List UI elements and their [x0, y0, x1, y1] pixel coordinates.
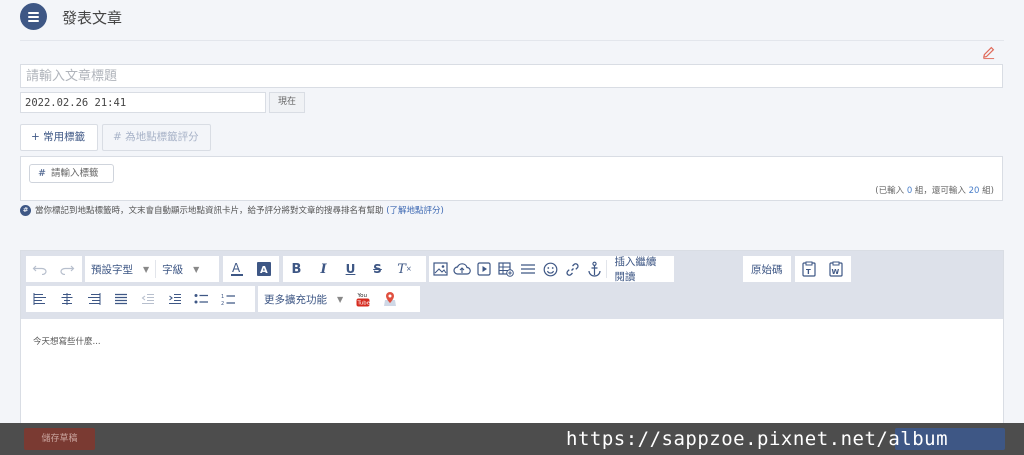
article-title-input[interactable] [20, 64, 1003, 88]
more-features-dropdown[interactable]: 更多擴充功能 ▼ [258, 286, 349, 312]
font-size-dropdown[interactable]: 字級 ▼ [156, 256, 205, 282]
video-icon[interactable] [473, 256, 495, 282]
clear-format-icon[interactable]: T × [391, 256, 418, 282]
numbered-list-icon[interactable]: 12 [215, 286, 242, 312]
hash-badge-icon: # [20, 205, 31, 216]
svg-text:1: 1 [221, 294, 224, 300]
italic-icon[interactable]: I [310, 256, 337, 282]
emoji-icon[interactable] [539, 256, 561, 282]
image-icon[interactable] [429, 256, 451, 282]
link-icon[interactable] [561, 256, 583, 282]
svg-text:2: 2 [221, 301, 224, 306]
location-hint: # 當你標記到地點標籤時，文末會自動顯示地點資訊卡片，給予評分將對文章的搜尋排名有… [20, 205, 444, 217]
svg-text:Tube: Tube [356, 300, 369, 306]
insert-read-more-button[interactable]: 插入繼續閱讀 [606, 256, 674, 283]
redo-icon[interactable] [53, 256, 80, 282]
bold-icon[interactable]: B [283, 256, 310, 282]
paste-text-icon[interactable]: T [795, 256, 822, 282]
pencil-icon[interactable] [981, 45, 996, 60]
publish-datetime-input[interactable] [20, 92, 266, 113]
horizontal-rule-icon[interactable] [517, 256, 539, 282]
rich-text-editor: 預設字型 ▼ 字級 ▼ A A B I U S T × 插入繼續閱讀 原始碼 T… [20, 250, 1004, 430]
now-button[interactable]: 現在 [269, 92, 305, 113]
svg-text:You: You [356, 293, 366, 299]
editor-toolbar: 預設字型 ▼ 字級 ▼ A A B I U S T × 插入繼續閱讀 原始碼 T… [21, 251, 1003, 319]
map-pin-icon[interactable] [376, 286, 403, 312]
page-header: 發表文章 [0, 0, 1024, 38]
tag-input[interactable]: # 請輸入標籤 [29, 164, 114, 183]
svg-text:A: A [232, 261, 241, 275]
tag-box: # 請輸入標籤 (已輸入 0 組，還可輸入 20 組) [20, 156, 1003, 201]
learn-location-rating-link[interactable]: (了解地點評分) [386, 206, 444, 216]
font-color-icon[interactable]: A [223, 256, 250, 282]
bullet-list-icon[interactable] [188, 286, 215, 312]
align-center-icon[interactable] [53, 286, 80, 312]
font-family-dropdown[interactable]: 預設字型 ▼ [85, 256, 155, 282]
svg-text:A: A [260, 265, 268, 276]
hint-text: 當你標記到地點標籤時，文末會自動顯示地點資訊卡片，給予評分將對文章的搜尋排名有幫… [35, 206, 387, 216]
page-title: 發表文章 [62, 9, 123, 27]
source-code-button[interactable]: 原始碼 [743, 256, 791, 282]
strikethrough-icon[interactable]: S [364, 256, 391, 282]
underline-icon[interactable]: U [337, 256, 364, 282]
bg-color-icon[interactable]: A [250, 256, 277, 282]
justify-icon[interactable] [107, 286, 134, 312]
svg-text:W: W [831, 268, 839, 276]
anchor-icon[interactable] [584, 256, 606, 282]
rate-location-tag-button[interactable]: # 為地點標籤評分 [102, 124, 211, 151]
youtube-icon[interactable]: You Tube [349, 286, 376, 312]
common-tags-button[interactable]: + 常用標籤 [20, 124, 98, 151]
watermark-text: https://sappzoe.pixnet.net/album [566, 428, 949, 450]
table-icon[interactable] [495, 256, 517, 282]
save-draft-button[interactable]: 儲存草稿 [24, 428, 95, 450]
menu-icon[interactable] [20, 3, 47, 30]
editor-placeholder[interactable]: 今天想寫些什麼... [33, 335, 101, 347]
outdent-icon[interactable] [134, 286, 161, 312]
hash-icon: # [38, 168, 46, 179]
undo-icon[interactable] [26, 256, 53, 282]
upload-icon[interactable] [451, 256, 473, 282]
svg-text:T: T [806, 268, 811, 276]
header-divider [20, 40, 1004, 41]
align-right-icon[interactable] [80, 286, 107, 312]
tag-input-placeholder: 請輸入標籤 [50, 168, 99, 179]
indent-icon[interactable] [161, 286, 188, 312]
align-left-icon[interactable] [26, 286, 53, 312]
tag-count: (已輸入 0 組，還可輸入 20 組) [875, 186, 994, 196]
paste-word-icon[interactable]: W [822, 256, 849, 282]
